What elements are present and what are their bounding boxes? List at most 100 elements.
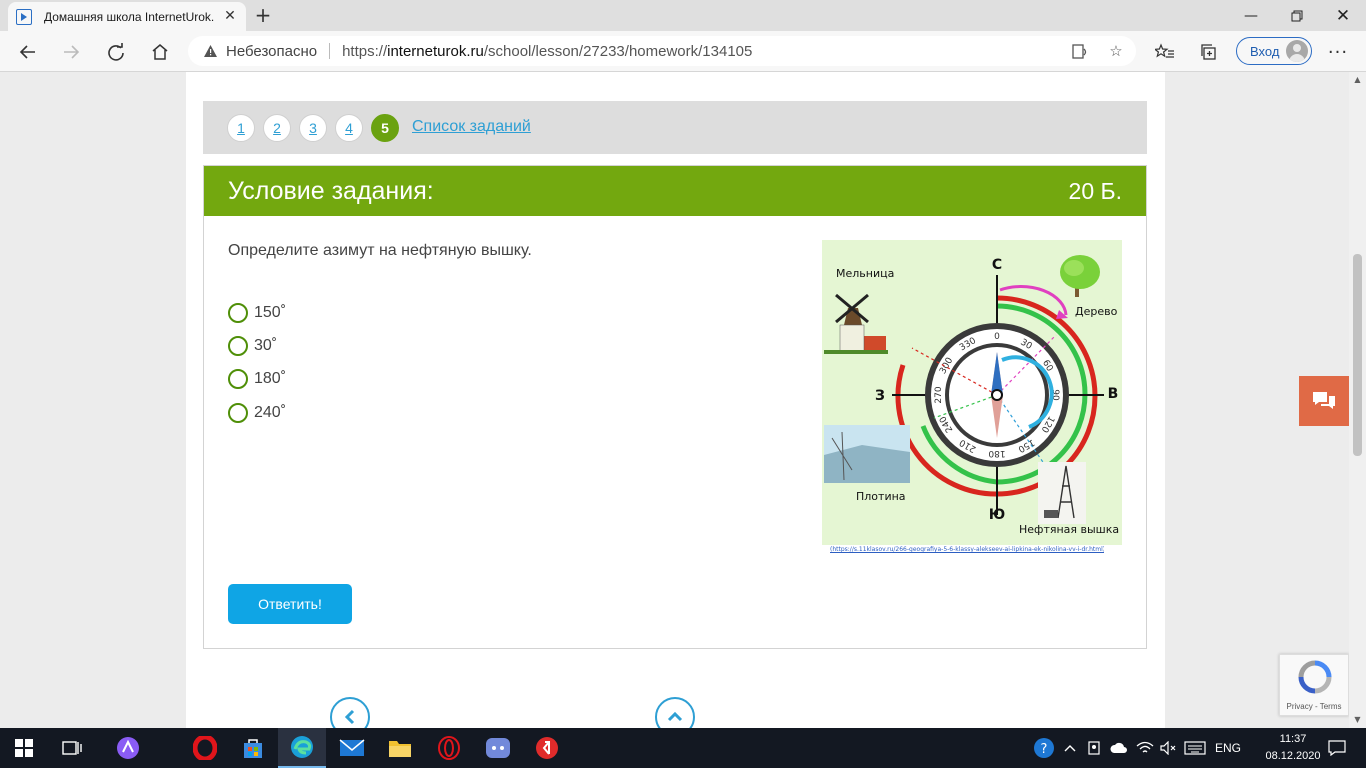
network-wifi-icon[interactable] bbox=[1134, 728, 1156, 768]
mill-label: Мельница bbox=[836, 267, 894, 280]
answer-option-30[interactable]: 30˚ bbox=[228, 335, 277, 357]
task-list-link[interactable]: Список заданий bbox=[412, 118, 531, 136]
east-label: В bbox=[1108, 386, 1119, 402]
minimize-icon[interactable]: — bbox=[1228, 0, 1274, 31]
recaptcha-links[interactable]: Privacy - Terms bbox=[1280, 702, 1348, 711]
answer-option-180[interactable]: 180˚ bbox=[228, 368, 286, 390]
page-viewport: 1 2 3 4 5 Список заданий Условие задания… bbox=[0, 72, 1366, 728]
close-tab-icon[interactable]: ✕ bbox=[222, 8, 238, 24]
address-bar[interactable]: Небезопасно https://interneturok.ru/scho… bbox=[188, 36, 1136, 66]
url-text[interactable]: https://interneturok.ru/school/lesson/27… bbox=[342, 43, 752, 60]
figure-source-link[interactable]: (https://s.11klasov.ru/266-geografiya-5-… bbox=[830, 546, 1104, 553]
discord-icon[interactable] bbox=[474, 728, 522, 768]
chevron-up-tray-icon[interactable] bbox=[1060, 728, 1080, 768]
browser-tab[interactable]: Домашняя школа InternetUrok.ru ✕ bbox=[8, 2, 246, 31]
start-button[interactable] bbox=[0, 728, 48, 768]
recaptcha-logo-icon bbox=[1298, 660, 1332, 694]
tree-label: Дерево bbox=[1075, 305, 1118, 318]
opera-gx-icon[interactable] bbox=[425, 728, 473, 768]
restore-icon[interactable] bbox=[1274, 0, 1320, 31]
favorites-list-icon[interactable] bbox=[1150, 37, 1180, 67]
mail-icon[interactable] bbox=[328, 728, 376, 768]
file-explorer-icon[interactable] bbox=[376, 728, 424, 768]
radio-button[interactable] bbox=[228, 369, 248, 389]
answer-option-150[interactable]: 150˚ bbox=[228, 302, 286, 324]
yandex-browser-icon[interactable] bbox=[523, 728, 571, 768]
north-label: С bbox=[992, 257, 1002, 273]
option-label: 180˚ bbox=[254, 370, 287, 387]
page-scrollbar[interactable]: ▲ ▼ bbox=[1349, 72, 1366, 728]
back-arrow-icon[interactable] bbox=[13, 37, 43, 67]
clock[interactable]: 11:37 08.12.2020 bbox=[1262, 731, 1324, 765]
compass-figure: 0 30 60 90 120 150 180 210 240 270 300 330 С Ю З В bbox=[822, 240, 1122, 545]
more-menu-icon[interactable]: ··· bbox=[1323, 37, 1353, 67]
url-prefix: https:// bbox=[342, 42, 388, 60]
refresh-icon[interactable] bbox=[101, 37, 131, 67]
clock-date: 08.12.2020 bbox=[1265, 750, 1321, 762]
page-link-3[interactable]: 3 bbox=[299, 114, 327, 142]
help-icon[interactable]: ? bbox=[1031, 728, 1057, 768]
volume-muted-icon[interactable] bbox=[1158, 728, 1180, 768]
close-window-icon[interactable]: ✕ bbox=[1320, 0, 1366, 31]
feedback-chat-button[interactable] bbox=[1299, 376, 1349, 426]
clock-time: 11:37 bbox=[1279, 733, 1307, 745]
answer-option-240[interactable]: 240˚ bbox=[228, 402, 286, 424]
windows-logo-icon bbox=[15, 739, 33, 757]
south-label: Ю bbox=[989, 507, 1005, 523]
option-label: 30˚ bbox=[254, 337, 278, 354]
notifications-icon[interactable] bbox=[1322, 728, 1352, 768]
home-icon[interactable] bbox=[145, 37, 175, 67]
profile-button[interactable]: Вход bbox=[1236, 37, 1312, 65]
svg-text:?: ? bbox=[1041, 742, 1048, 757]
security-status[interactable]: Небезопасно bbox=[226, 43, 317, 60]
radio-button[interactable] bbox=[228, 403, 248, 423]
page-link-1[interactable]: 1 bbox=[227, 114, 255, 142]
scroll-up-icon[interactable]: ▲ bbox=[1353, 76, 1362, 84]
keyboard-icon[interactable] bbox=[1182, 728, 1208, 768]
favorite-star-icon[interactable]: ☆ bbox=[1107, 43, 1125, 61]
submit-answer-button[interactable]: Ответить! bbox=[228, 584, 352, 624]
west-label: З bbox=[875, 388, 885, 404]
option-label: 150˚ bbox=[254, 304, 287, 321]
chevron-left-icon bbox=[344, 709, 355, 725]
task-card: Условие задания: 20 Б. Определите азимут… bbox=[203, 165, 1147, 649]
dam-icon bbox=[824, 425, 910, 483]
profile-label: Вход bbox=[1250, 43, 1280, 59]
warning-triangle-icon[interactable] bbox=[202, 43, 218, 59]
url-domain: interneturok.ru bbox=[387, 42, 484, 60]
recaptcha-badge[interactable]: Privacy - Terms bbox=[1279, 654, 1349, 716]
play-favicon-icon bbox=[16, 8, 32, 25]
radio-button[interactable] bbox=[228, 336, 248, 356]
oil-rig-label: Нефтяная вышка bbox=[1019, 523, 1119, 536]
page-link-5-current[interactable]: 5 bbox=[371, 114, 399, 142]
tab-bar: Домашняя школа InternetUrok.ru ✕ + — ✕ bbox=[0, 0, 1366, 31]
chat-icon bbox=[1313, 392, 1335, 409]
tree-icon bbox=[1060, 255, 1100, 297]
dial-label: 180 bbox=[988, 448, 1005, 458]
windmill-icon bbox=[824, 293, 888, 354]
opera-icon[interactable] bbox=[181, 728, 229, 768]
forward-arrow-icon[interactable] bbox=[56, 37, 86, 67]
edge-icon[interactable] bbox=[278, 728, 326, 768]
onedrive-cloud-icon[interactable] bbox=[1108, 728, 1130, 768]
windows-taskbar: ? ENG 11:37 08.12.2020 bbox=[0, 728, 1366, 768]
collections-icon[interactable] bbox=[1194, 37, 1224, 67]
language-indicator[interactable]: ENG bbox=[1212, 728, 1244, 768]
meet-now-icon[interactable] bbox=[1085, 728, 1105, 768]
scroll-thumb[interactable] bbox=[1353, 254, 1362, 456]
new-tab-icon[interactable]: + bbox=[252, 4, 274, 26]
read-aloud-icon[interactable] bbox=[1071, 43, 1089, 61]
chevron-up-icon bbox=[667, 711, 683, 722]
alice-assistant-icon[interactable] bbox=[104, 728, 152, 768]
needle-pivot bbox=[991, 389, 1003, 401]
page-link-4[interactable]: 4 bbox=[335, 114, 363, 142]
radio-button[interactable] bbox=[228, 303, 248, 323]
page-link-2[interactable]: 2 bbox=[263, 114, 291, 142]
task-view-icon[interactable] bbox=[48, 728, 96, 768]
url-path: /school/lesson/27233/homework/134105 bbox=[483, 42, 753, 60]
task-header: Условие задания: 20 Б. bbox=[204, 166, 1146, 216]
store-icon[interactable] bbox=[229, 728, 277, 768]
scroll-down-icon[interactable]: ▼ bbox=[1353, 716, 1362, 724]
tab-title: Домашняя школа InternetUrok.ru bbox=[44, 9, 214, 24]
dam-label: Плотина bbox=[856, 490, 906, 503]
